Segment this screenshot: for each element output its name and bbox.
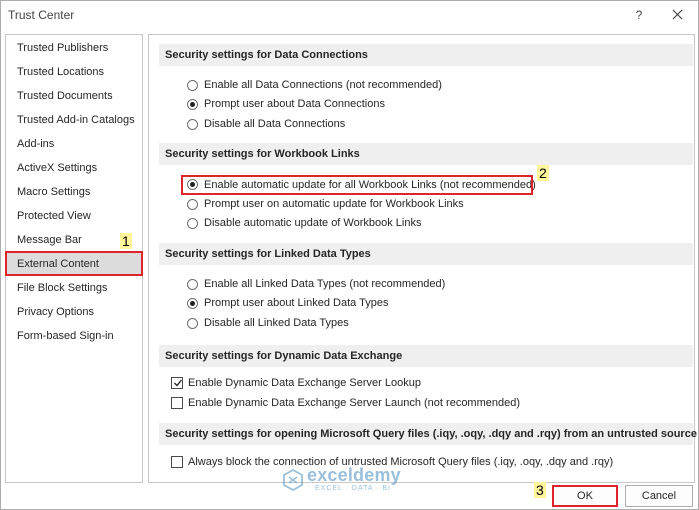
sidebar-item-macro-settings[interactable]: Macro Settings: [6, 180, 142, 204]
radio-disable-all-linked-data-types[interactable]: [187, 318, 198, 329]
sidebar-item-trusted-locations[interactable]: Trusted Locations: [6, 60, 142, 84]
sidebar-item-trusted-documents[interactable]: Trusted Documents: [6, 84, 142, 108]
option-label: Enable Dynamic Data Exchange Server Look…: [188, 377, 421, 389]
watermark-name: exceldemy: [307, 465, 401, 485]
close-button[interactable]: [664, 4, 690, 26]
option-label: Enable all Linked Data Types (not recomm…: [204, 278, 446, 290]
radio-prompt-data-connections[interactable]: [187, 99, 198, 110]
option-label: Prompt user about Data Connections: [204, 98, 385, 110]
checkbox-dde-server-launch[interactable]: [171, 397, 183, 409]
help-button[interactable]: ?: [629, 5, 649, 25]
radio-disable-all-data-connections[interactable]: [187, 119, 198, 130]
step-1-badge: 1: [120, 233, 132, 249]
section-header-data-connections: Security settings for Data Connections: [159, 44, 693, 66]
option-label: Enable Dynamic Data Exchange Server Laun…: [188, 397, 521, 409]
ok-button[interactable]: OK: [552, 485, 618, 507]
workbook-links-highlight-box: [181, 175, 533, 195]
radio-enable-all-linked-data-types[interactable]: [187, 279, 198, 290]
option-label: Disable automatic update of Workbook Lin…: [204, 217, 422, 229]
option-label: Enable all Data Connections (not recomme…: [204, 79, 442, 91]
option-label: Prompt user about Linked Data Types: [204, 297, 389, 309]
option-label: Disable all Data Connections: [204, 118, 346, 130]
checkbox-block-query-files[interactable]: [171, 456, 183, 468]
sidebar-item-form-based-sign-in[interactable]: Form-based Sign-in: [6, 324, 142, 348]
checkbox-dde-server-lookup[interactable]: [171, 377, 183, 389]
section-header-dde: Security settings for Dynamic Data Excha…: [159, 345, 693, 367]
exceldemy-watermark: exceldemy EXCEL · DATA · BI: [279, 463, 469, 497]
sidebar-item-activex-settings[interactable]: ActiveX Settings: [6, 156, 142, 180]
title-bar: Trust Center ?: [1, 1, 698, 29]
radio-disable-auto-update-workbook-links[interactable]: [187, 218, 198, 229]
section-header-workbook-links: Security settings for Workbook Links: [159, 143, 693, 165]
window-title: Trust Center: [8, 8, 75, 22]
watermark-tagline: EXCEL · DATA · BI: [315, 485, 391, 492]
option-label: Prompt user on automatic update for Work…: [204, 198, 464, 210]
trust-center-dialog: Trust Center ? Trusted Publishers Truste…: [0, 0, 699, 510]
cancel-button[interactable]: Cancel: [625, 485, 693, 507]
sidebar-item-trusted-add-in-catalogs[interactable]: Trusted Add-in Catalogs: [6, 108, 142, 132]
step-3-badge: 3: [534, 482, 546, 498]
sidebar-item-trusted-publishers[interactable]: Trusted Publishers: [6, 36, 142, 60]
sidebar-item-add-ins[interactable]: Add-ins: [6, 132, 142, 156]
selection-highlight-box: [5, 251, 143, 276]
section-header-query-files: Security settings for opening Microsoft …: [159, 423, 697, 445]
sidebar-item-file-block-settings[interactable]: File Block Settings: [6, 276, 142, 300]
sidebar-item-privacy-options[interactable]: Privacy Options: [6, 300, 142, 324]
radio-prompt-auto-update-workbook-links[interactable]: [187, 199, 198, 210]
sidebar-item-protected-view[interactable]: Protected View: [6, 204, 142, 228]
radio-prompt-linked-data-types[interactable]: [187, 298, 198, 309]
section-header-linked-data-types: Security settings for Linked Data Types: [159, 243, 693, 265]
step-2-badge: 2: [537, 165, 549, 181]
option-label: Disable all Linked Data Types: [204, 317, 349, 329]
checkmark-icon: [174, 379, 183, 387]
exceldemy-logo-icon: [283, 468, 303, 492]
radio-enable-all-data-connections[interactable]: [187, 80, 198, 91]
close-icon: [672, 9, 682, 20]
